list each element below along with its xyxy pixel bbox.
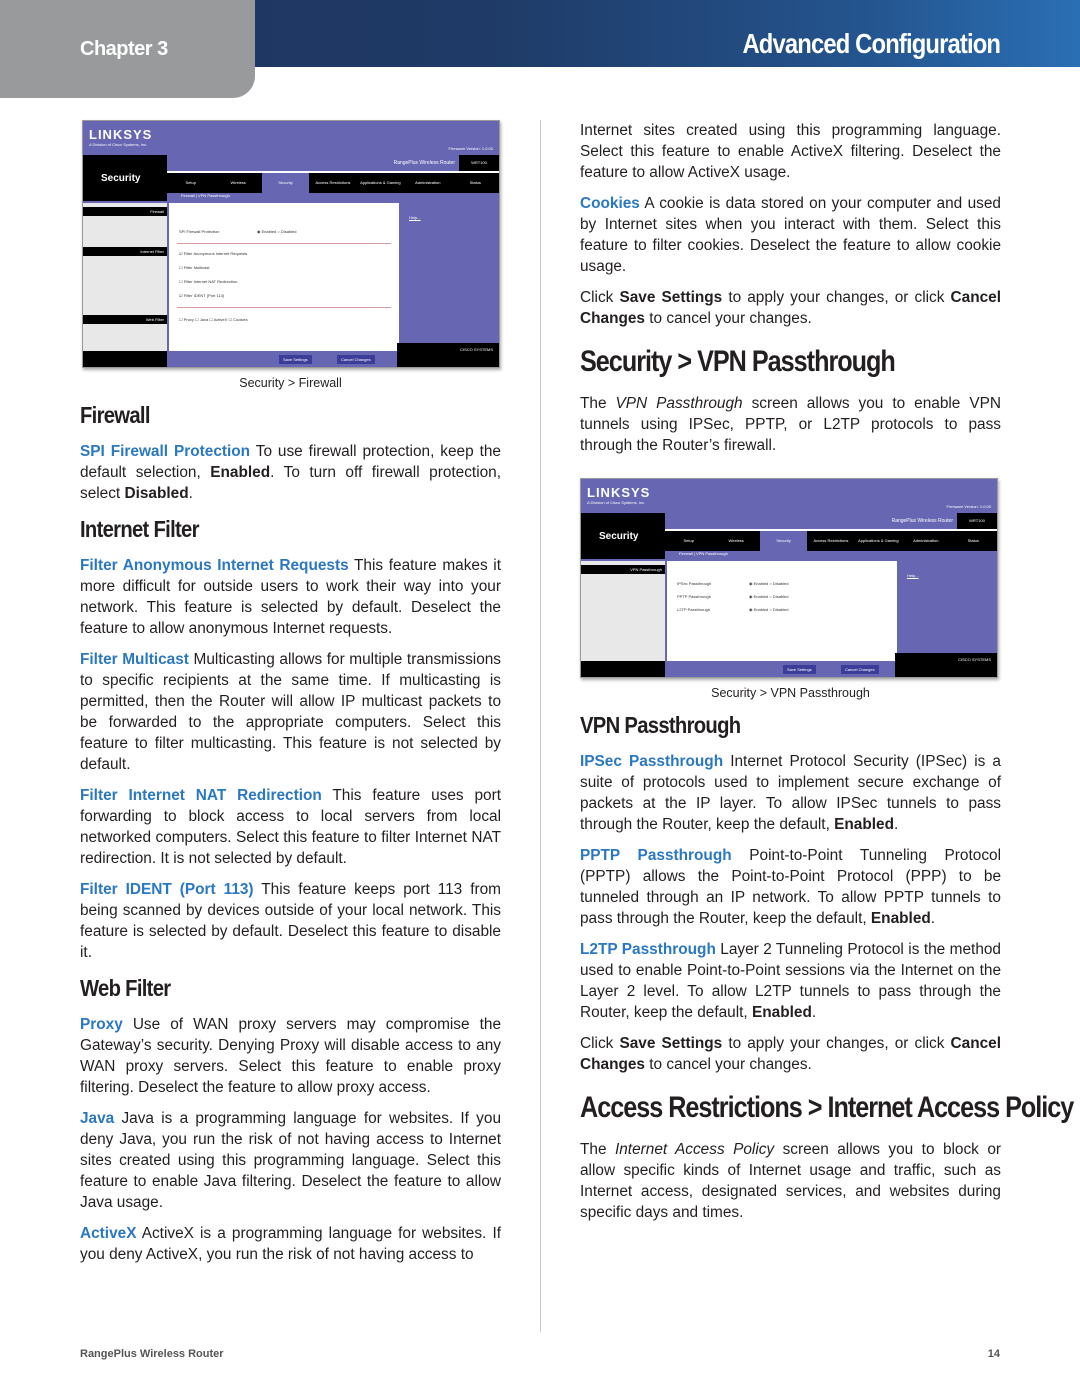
tab-administration: Administration xyxy=(415,180,441,185)
spi-options: ◉ Enabled ○ Disabled xyxy=(257,229,297,234)
section-title: Advanced Configuration xyxy=(742,28,1001,59)
vpn-row-name: L2TP Passthrough xyxy=(677,607,711,612)
vpn-row-name: PPTP Passthrough xyxy=(677,594,711,599)
heading-firewall: Firewall xyxy=(80,402,150,428)
paragraph-cookies: Cookies A cookie is data stored on your … xyxy=(580,195,1001,275)
filter-row: ☑ Filter IDENT (Port 113) xyxy=(179,293,225,298)
paragraph-l2tp: L2TP Passthrough Layer 2 Tunneling Proto… xyxy=(580,941,1001,1021)
tab-access-restrictions: Access Restrictions xyxy=(813,538,849,543)
paragraph-ident: Filter IDENT (Port 113) This feature kee… xyxy=(80,881,501,961)
save-settings-button: Save Settings xyxy=(783,665,816,674)
filter-row: ☑ Filter Anonymous Internet Requests xyxy=(179,251,248,256)
left-pane: Firewall Internet Filter Web Filter xyxy=(83,203,167,367)
vpn-row-value: ◉ Enabled ○ Disabled xyxy=(749,581,789,586)
tab-status: Status xyxy=(469,180,481,185)
left-pane: VPN Passthrough xyxy=(581,561,665,677)
heading-internet-filter: Internet Filter xyxy=(80,516,199,542)
tab-security: Security xyxy=(759,531,808,551)
subtabs: Firewall | VPN Passthrough xyxy=(181,193,230,198)
linksys-logo: LINKSYS A Division of Cisco Systems, Inc. xyxy=(89,127,153,147)
tab-applications-gaming: Applications & Gaming xyxy=(858,538,899,543)
label-vpn: VPN Passthrough xyxy=(581,565,665,574)
paragraph-nat: Filter Internet NAT Redirection This fea… xyxy=(80,787,501,867)
left-column: LINKSYS A Division of Cisco Systems, Inc.… xyxy=(80,120,501,1275)
vpn-row-name: IPSec Passthrough xyxy=(677,581,712,586)
help-pane: Help... xyxy=(399,203,499,351)
heading-vpn-section: Security > VPN Passthrough xyxy=(580,345,896,378)
product-bar: RangePlus Wireless Router WRT100 xyxy=(665,513,997,531)
right-column: Internet sites created using this progra… xyxy=(580,120,1074,1233)
paragraph-save-instructions: Click Save Settings to apply your change… xyxy=(580,289,1002,327)
paragraph-ipsec: IPSec Passthrough Internet Protocol Secu… xyxy=(580,753,1001,833)
tab-setup: Setup xyxy=(185,180,196,185)
footer-product: RangePlus Wireless Router xyxy=(80,1348,224,1360)
vpn-row-value: ◉ Enabled ○ Disabled xyxy=(749,594,789,599)
tab-setup: Setup xyxy=(683,538,694,543)
filter-row: ☐ Filter Multicast xyxy=(179,265,210,270)
label-firewall: Firewall xyxy=(83,207,167,216)
paragraph-pptp: PPTP Passthrough Point-to-Point Tunnelin… xyxy=(580,847,1001,927)
cancel-changes-button: Cancel Changes xyxy=(337,355,375,364)
settings-content: SPI Firewall Protection ◉ Enabled ○ Disa… xyxy=(169,203,399,351)
paragraph-vpn-intro: The VPN Passthrough screen allows you to… xyxy=(580,395,1001,454)
tab-access-restrictions: Access Restrictions xyxy=(315,180,351,185)
tab-applications-gaming: Applications & Gaming xyxy=(360,180,401,185)
tab-administration: Administration xyxy=(913,538,939,543)
router-tabs: Setup Wireless Security Access Restricti… xyxy=(665,531,997,551)
column-divider xyxy=(540,120,541,1332)
page-number: 14 xyxy=(987,1348,1000,1360)
paragraph-multicast: Filter Multicast Multicasting allows for… xyxy=(80,651,502,773)
spi-label: SPI Firewall Protection xyxy=(179,229,220,234)
help-pane: Help... xyxy=(897,561,997,661)
chapter-tab: Chapter 3 xyxy=(0,0,255,98)
label-internet-filter: Internet Filter xyxy=(83,247,167,256)
paragraph-anonymous: Filter Anonymous Internet Requests This … xyxy=(80,557,501,637)
web-filter-row: ☐ Proxy ☐ Java ☐ ActiveX ☐ Cookies xyxy=(179,317,248,322)
figure-caption: Security > Firewall xyxy=(239,376,342,390)
heading-web-filter: Web Filter xyxy=(80,975,171,1001)
paragraph-java: Java Java is a programming language for … xyxy=(80,1110,501,1211)
filter-row: ☐ Filter Internet NAT Redirection xyxy=(179,279,238,284)
heading-access-restrictions: Access Restrictions > Internet Access Po… xyxy=(580,1091,1074,1124)
page-section-label: Security xyxy=(83,155,167,201)
router-tabs: Setup Wireless Security Access Restricti… xyxy=(167,173,499,193)
paragraph-spi: SPI Firewall Protection To use firewall … xyxy=(80,443,502,502)
cisco-logo: CISCO SYSTEMS xyxy=(895,653,997,677)
linksys-logo: LINKSYS A Division of Cisco Systems, Inc. xyxy=(587,485,651,505)
chapter-label: Chapter 3 xyxy=(80,38,168,60)
tab-wireless: Wireless xyxy=(728,538,744,543)
page-section-label: Security xyxy=(581,513,665,559)
product-bar: RangePlus Wireless Router WRT100 xyxy=(167,155,499,173)
save-settings-button: Save Settings xyxy=(279,355,312,364)
paragraph-access-intro: The Internet Access Policy screen allows… xyxy=(580,1141,1002,1221)
paragraph-activex-cont: Internet sites created using this progra… xyxy=(580,122,1001,181)
paragraph-activex: ActiveX ActiveX is a programming languag… xyxy=(80,1225,501,1263)
cisco-logo: CISCO SYSTEMS xyxy=(397,343,499,367)
vpn-row-value: ◉ Enabled ○ Disabled xyxy=(749,607,789,612)
firewall-screenshot: LINKSYS A Division of Cisco Systems, Inc.… xyxy=(82,120,500,368)
vpn-screenshot: LINKSYS A Division of Cisco Systems, Inc.… xyxy=(580,478,998,678)
figure-caption: Security > VPN Passthrough xyxy=(711,686,870,700)
tab-security: Security xyxy=(261,173,310,193)
firmware-version: Firmware Version: 1.0.00 xyxy=(946,504,991,509)
tab-status: Status xyxy=(967,538,979,543)
cancel-changes-button: Cancel Changes xyxy=(841,665,879,674)
paragraph-proxy: Proxy Use of WAN proxy servers may compr… xyxy=(80,1016,501,1096)
label-web-filter: Web Filter xyxy=(83,315,167,324)
subtabs: Firewall | VPN Passthrough xyxy=(679,551,728,556)
firmware-version: Firmware Version: 1.0.00 xyxy=(448,146,493,151)
settings-content: IPSec Passthrough ◉ Enabled ○ Disabled P… xyxy=(667,561,897,661)
heading-vpn-passthrough: VPN Passthrough xyxy=(580,712,741,738)
paragraph-save-instructions: Click Save Settings to apply your change… xyxy=(580,1035,1002,1073)
tab-wireless: Wireless xyxy=(230,180,246,185)
